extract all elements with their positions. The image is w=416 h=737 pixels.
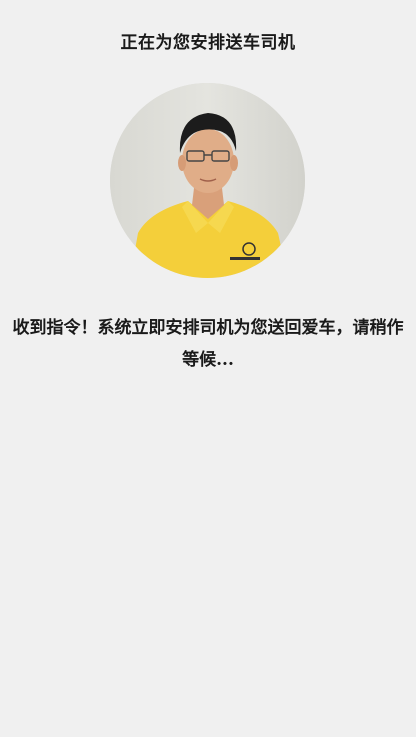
page-title: 正在为您安排送车司机: [120, 33, 296, 53]
status-message: 收到指令！系统立即安排司机为您送回爱车，请稍作等候...: [12, 318, 404, 370]
driver-photo-icon: [110, 83, 305, 278]
driver-avatar: [110, 83, 305, 278]
